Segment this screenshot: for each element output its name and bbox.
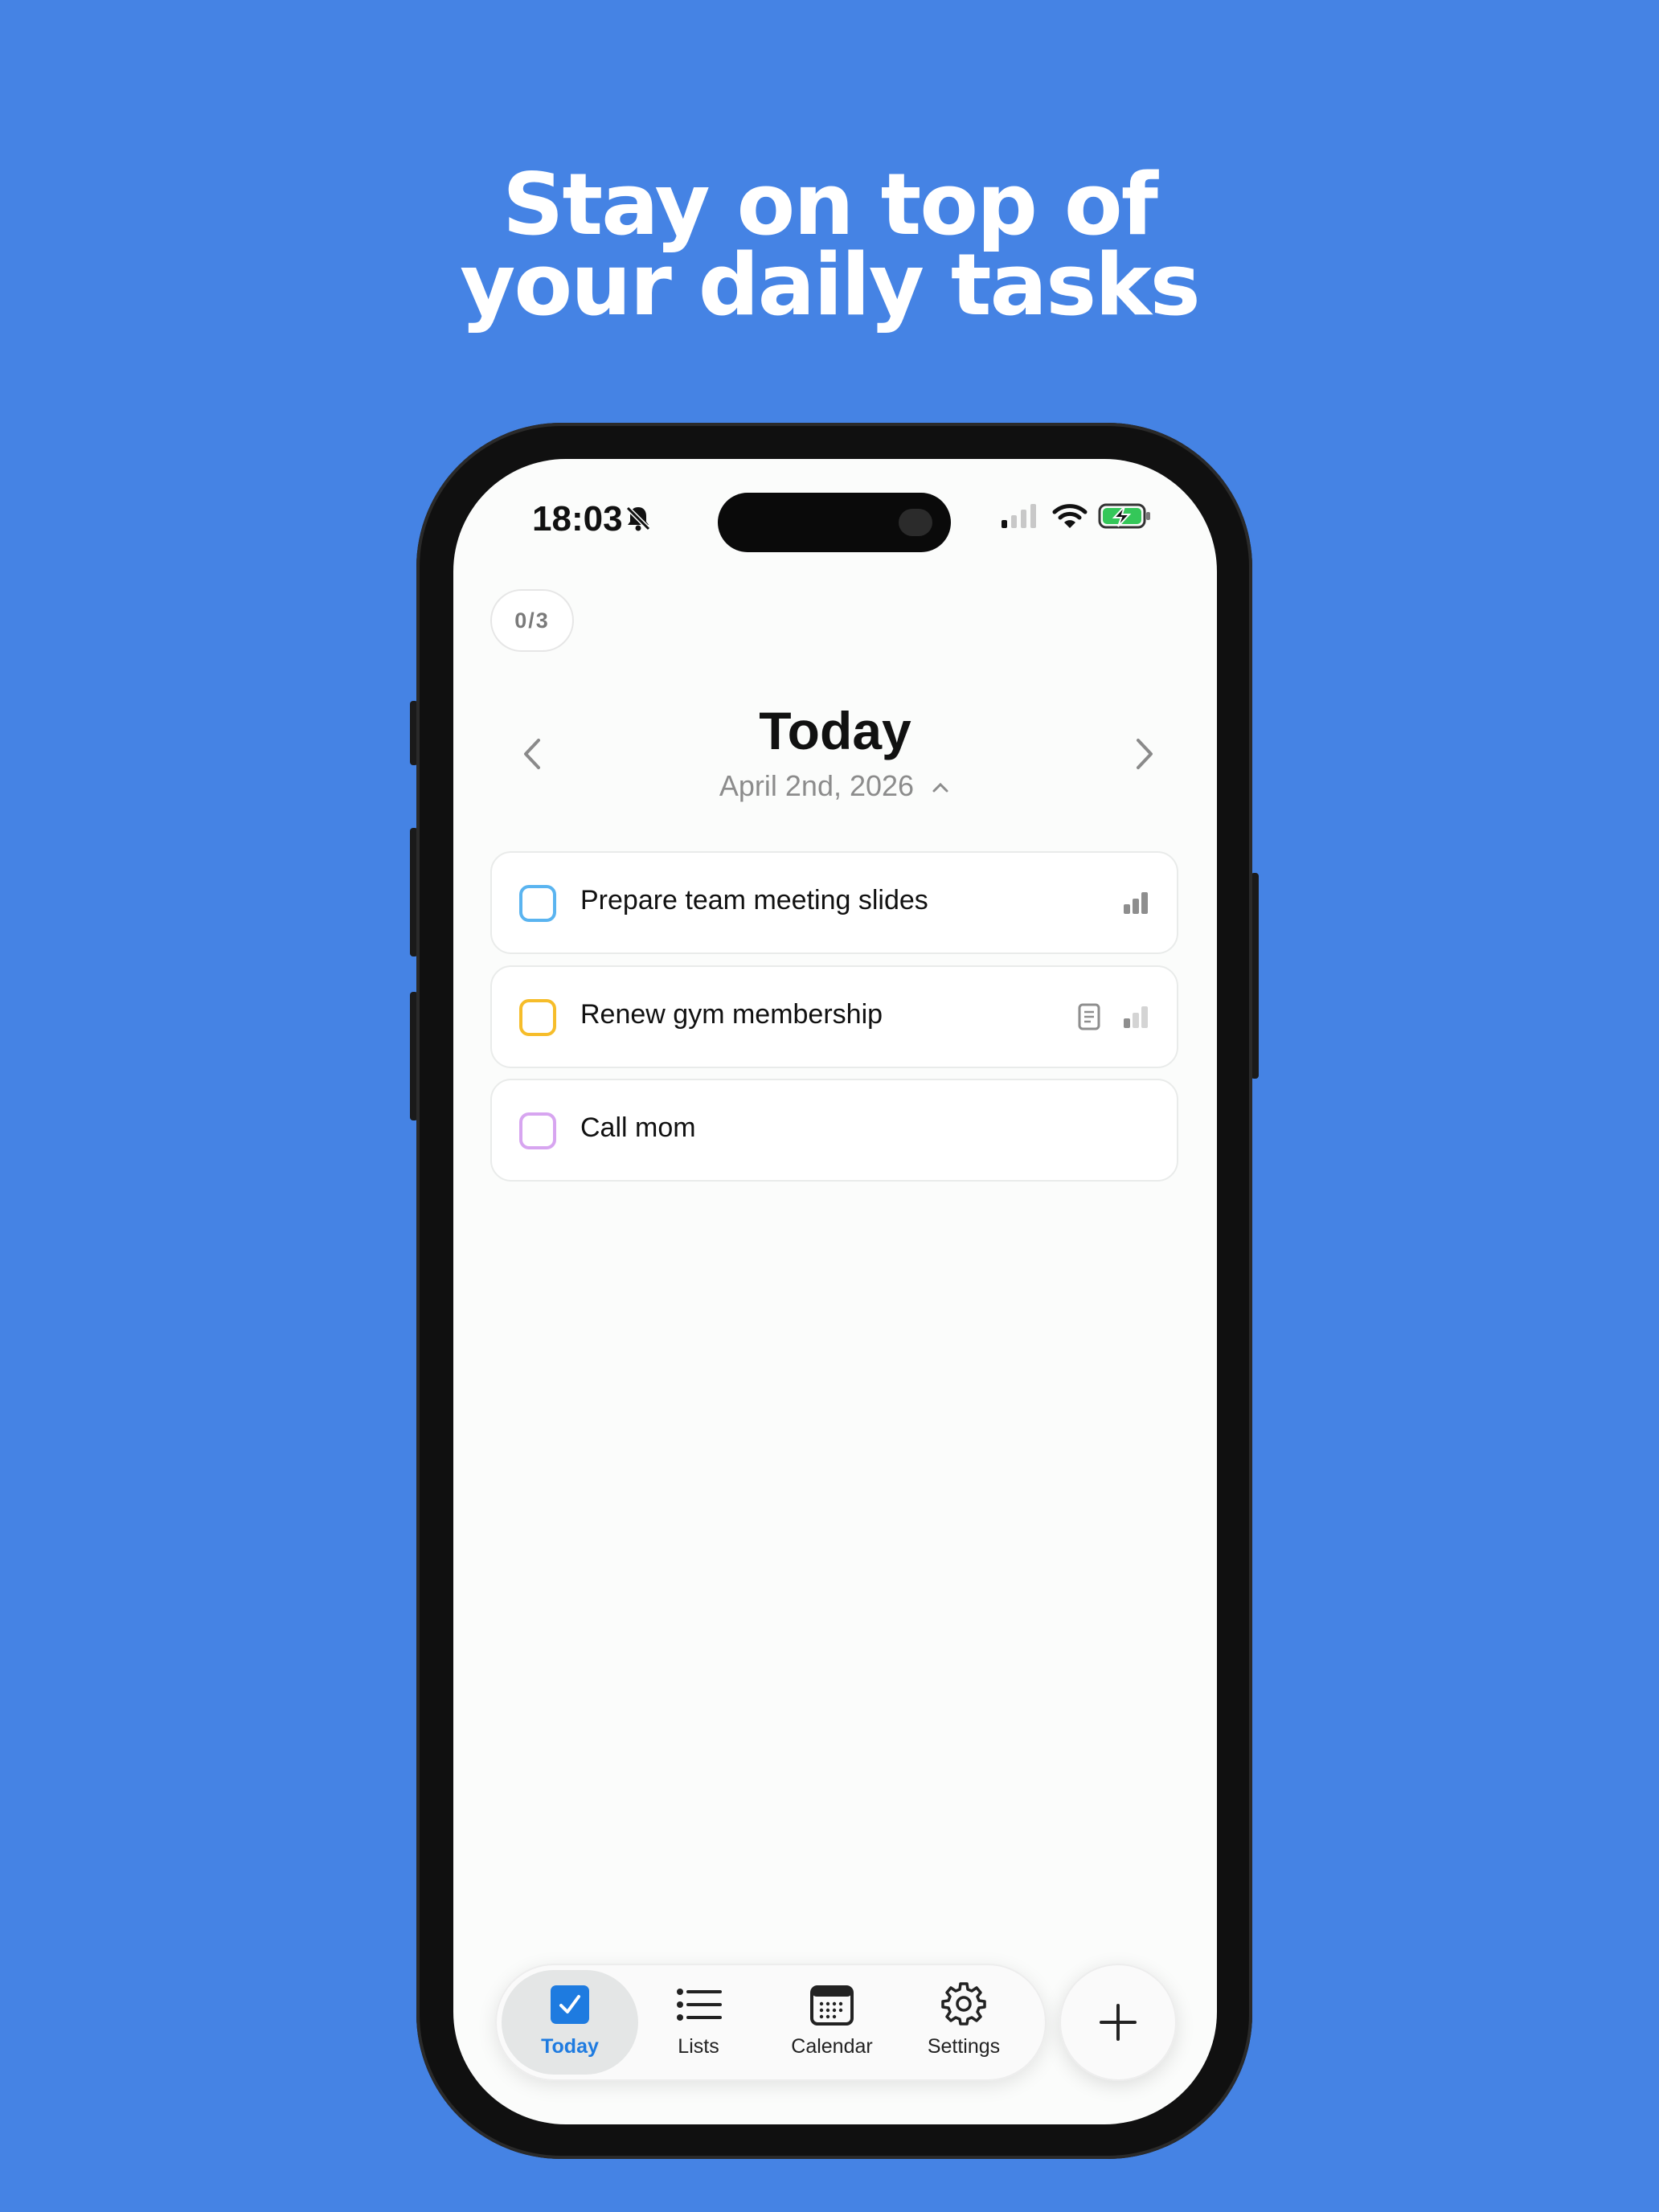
task-item[interactable]: Call mom	[490, 1079, 1178, 1182]
chevron-up-icon	[932, 782, 948, 793]
battery-charging-icon	[1098, 503, 1150, 529]
headline-line-2: your daily tasks	[460, 236, 1201, 334]
tab-label: Calendar	[791, 2035, 873, 2058]
task-checkbox[interactable]	[519, 999, 556, 1036]
dynamic-island	[718, 493, 951, 552]
task-title: Prepare team meeting slides	[580, 885, 928, 916]
priority-low-icon	[1124, 1006, 1148, 1028]
headline: Stay on top of your daily tasks	[0, 155, 1659, 334]
date-picker-toggle[interactable]: April 2nd, 2026	[453, 769, 1217, 803]
tab-label: Today	[541, 2035, 599, 2058]
plus-icon	[1100, 2004, 1137, 2041]
gear-icon	[941, 1982, 986, 2026]
headline-line-1: Stay on top of	[502, 155, 1158, 254]
task-item[interactable]: Renew gym membership	[490, 965, 1178, 1068]
tab-label: Lists	[678, 2035, 719, 2058]
checkbox-icon	[551, 1985, 589, 2024]
selected-date: April 2nd, 2026	[719, 769, 915, 802]
tab-lists[interactable]: Lists	[630, 1970, 767, 2075]
tab-bar: Today Lists Calendar Settings	[495, 1964, 1047, 2081]
tab-today[interactable]: Today	[502, 1970, 638, 2075]
cellular-signal-icon	[1002, 504, 1036, 528]
task-checkbox[interactable]	[519, 1112, 556, 1149]
front-camera	[899, 509, 932, 536]
next-day-chevron-icon[interactable]	[1129, 734, 1161, 774]
tab-calendar[interactable]: Calendar	[764, 1970, 900, 2075]
tab-settings[interactable]: Settings	[895, 1970, 1032, 2075]
task-title: Renew gym membership	[580, 999, 883, 1030]
phone-screen: 18:03 0/3 Today April 2nd, 2026 Prepare …	[453, 459, 1217, 2124]
list-icon	[677, 1989, 722, 2021]
task-checkbox[interactable]	[519, 885, 556, 922]
task-title: Call mom	[580, 1112, 696, 1143]
silent-bell-icon	[625, 505, 652, 532]
calendar-icon	[810, 1985, 854, 2026]
page-title: Today	[759, 701, 911, 760]
progress-counter[interactable]: 0/3	[490, 589, 574, 652]
add-task-button[interactable]	[1059, 1964, 1177, 2081]
note-icon	[1078, 1003, 1100, 1030]
task-item[interactable]: Prepare team meeting slides	[490, 851, 1178, 954]
priority-high-icon	[1124, 892, 1148, 914]
status-time: 18:03	[532, 499, 623, 539]
wifi-icon	[1052, 504, 1088, 528]
tab-label: Settings	[927, 2035, 1001, 2058]
